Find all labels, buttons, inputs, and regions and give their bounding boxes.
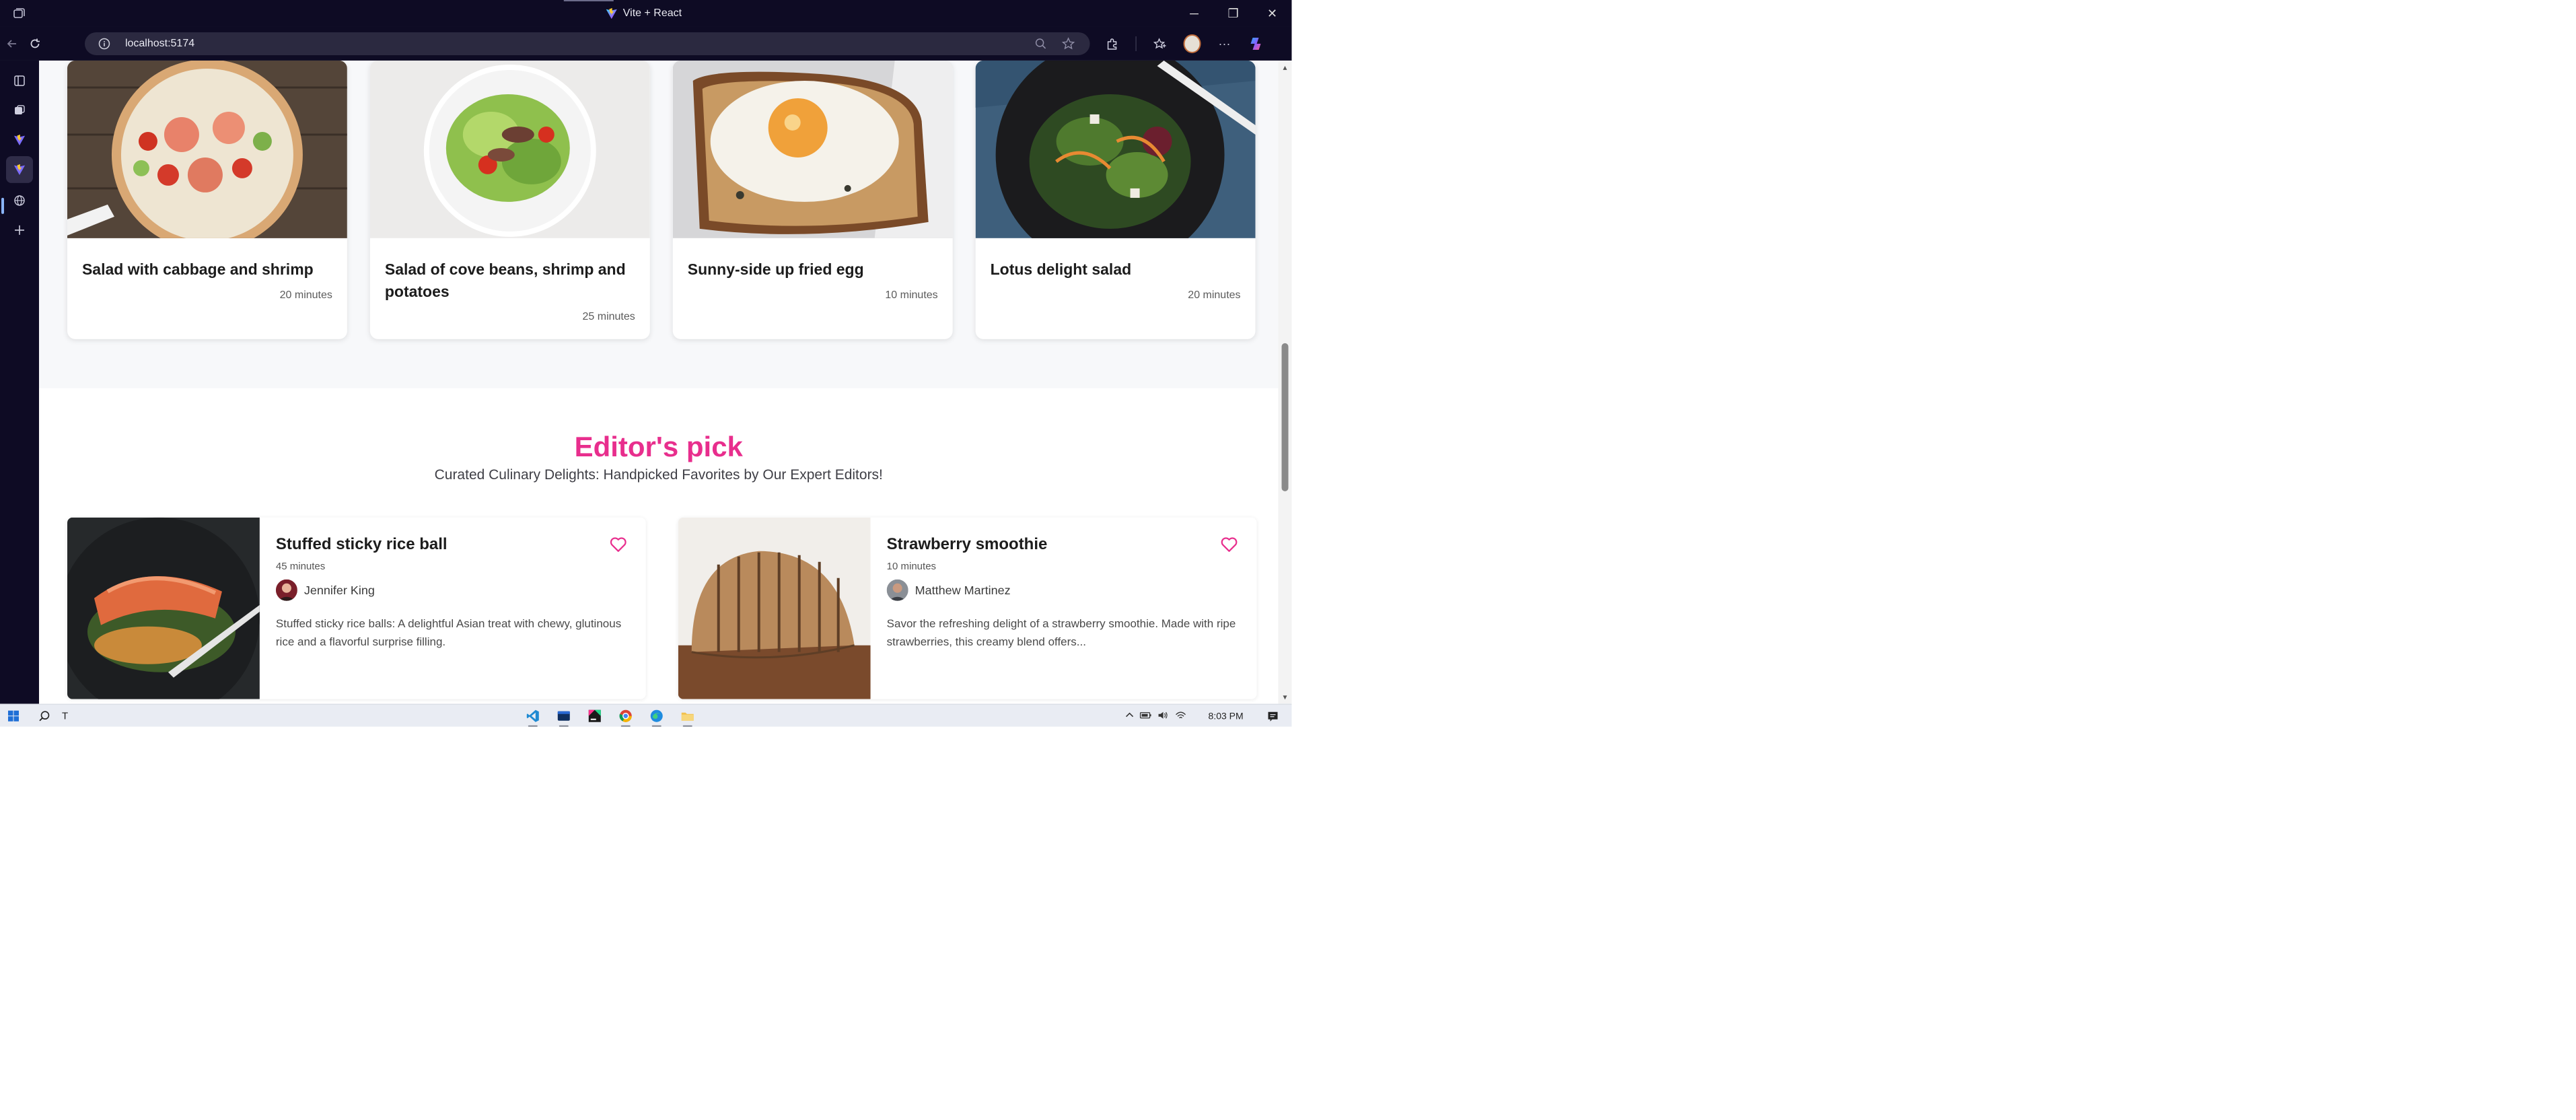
battery-icon[interactable] bbox=[1139, 710, 1152, 722]
active-tab-indicator bbox=[563, 0, 614, 1]
heart-icon[interactable] bbox=[1221, 536, 1238, 553]
recipe-card[interactable]: Salad of cove beans, shrimp and potatoes… bbox=[369, 60, 650, 339]
pick-description: Savor the refreshing delight of a strawb… bbox=[886, 617, 1236, 648]
recipe-time: 20 minutes bbox=[1188, 289, 1241, 301]
author-name: Matthew Martinez bbox=[915, 583, 1011, 597]
close-button[interactable]: ✕ bbox=[1253, 0, 1292, 27]
vite-tab-icon[interactable] bbox=[11, 132, 28, 148]
recipe-photo bbox=[369, 60, 650, 238]
page-viewport: Salad with cabbage and shrimp 20 minutes… bbox=[38, 60, 1279, 704]
jetbrains-icon[interactable] bbox=[587, 708, 603, 724]
more-menu-icon[interactable]: ··· bbox=[1216, 35, 1233, 53]
favorites-icon[interactable] bbox=[1151, 35, 1169, 53]
recipe-time: 20 minutes bbox=[279, 289, 332, 301]
scroll-down-arrow-icon[interactable]: ▾ bbox=[1281, 693, 1289, 701]
wifi-icon[interactable] bbox=[1175, 710, 1187, 722]
favorite-star-icon[interactable] bbox=[1061, 37, 1075, 50]
recipe-photo bbox=[975, 60, 1256, 238]
browser-title-bar: Vite + React ─ ❐ ✕ bbox=[0, 0, 1292, 27]
tab-actions-icon[interactable] bbox=[11, 73, 28, 89]
recipe-title[interactable]: Salad of cove beans, shrimp and potatoes bbox=[385, 258, 634, 303]
pick-title[interactable]: Stuffed sticky rice ball bbox=[276, 535, 448, 554]
windows-start-icon[interactable] bbox=[5, 708, 22, 724]
recipe-time: 10 minutes bbox=[885, 289, 938, 301]
running-indicator bbox=[528, 725, 538, 727]
running-indicator bbox=[682, 725, 692, 727]
notifications-icon[interactable] bbox=[1265, 708, 1281, 724]
pick-time: 45 minutes bbox=[275, 560, 326, 572]
heart-icon[interactable] bbox=[610, 536, 627, 553]
collections-icon[interactable] bbox=[11, 102, 28, 118]
editors-pick-card[interactable]: Stuffed sticky rice ball 45 minutes Jenn… bbox=[67, 517, 646, 699]
minimize-button[interactable]: ─ bbox=[1175, 0, 1214, 27]
page-scrollbar[interactable]: ▴ ▾ bbox=[1278, 60, 1292, 704]
back-icon[interactable] bbox=[4, 36, 20, 52]
pick-description: Stuffed sticky rice balls: A delightful … bbox=[275, 617, 622, 648]
scroll-up-arrow-icon[interactable]: ▴ bbox=[1281, 63, 1289, 71]
url-text: localhost:5174 bbox=[124, 37, 195, 49]
running-indicator bbox=[559, 725, 569, 727]
pick-time: 10 minutes bbox=[886, 560, 937, 572]
window-controls: ─ ❐ ✕ bbox=[1175, 0, 1292, 27]
refresh-icon[interactable] bbox=[27, 36, 43, 52]
profile-avatar[interactable] bbox=[1183, 34, 1201, 53]
recipe-title[interactable]: Lotus delight salad bbox=[991, 258, 1240, 281]
site-info-icon[interactable] bbox=[98, 38, 110, 50]
vite-tab-icon-active[interactable] bbox=[5, 155, 33, 183]
recipe-title[interactable]: Sunny-side up fried egg bbox=[688, 258, 937, 281]
edge-icon[interactable] bbox=[649, 708, 665, 724]
editors-pick-card[interactable]: Strawberry smoothie 10 minutes Matthew M… bbox=[678, 517, 1257, 699]
recipe-time: 25 minutes bbox=[582, 310, 635, 322]
browser-sidebar bbox=[0, 60, 39, 704]
active-sidebar-indicator bbox=[1, 197, 4, 214]
toolbar-divider bbox=[1135, 36, 1137, 51]
pick-title[interactable]: Strawberry smoothie bbox=[887, 535, 1048, 554]
taskbar-search-icon[interactable] bbox=[36, 708, 52, 724]
copilot-icon[interactable] bbox=[1248, 35, 1266, 53]
vite-logo-icon bbox=[606, 7, 617, 20]
editors-pick-section: Editor's pick Curated Culinary Delights:… bbox=[38, 388, 1279, 704]
recipe-photo bbox=[67, 60, 347, 238]
running-indicator bbox=[651, 725, 661, 727]
recipe-photo bbox=[67, 517, 260, 699]
zoom-icon[interactable] bbox=[1035, 38, 1047, 50]
browser-toolbar: localhost:5174 ··· bbox=[0, 26, 1292, 61]
globe-icon[interactable] bbox=[11, 193, 28, 209]
author-avatar bbox=[886, 579, 908, 601]
section-subheading: Curated Culinary Delights: Handpicked Fa… bbox=[434, 466, 883, 483]
recipe-card[interactable]: Salad with cabbage and shrimp 20 minutes bbox=[67, 60, 347, 339]
taskbar-search-input[interactable]: T bbox=[62, 711, 68, 722]
author-name: Jennifer King bbox=[303, 583, 375, 597]
recipe-photo bbox=[672, 60, 953, 238]
file-explorer-icon[interactable] bbox=[680, 708, 696, 724]
running-indicator bbox=[620, 725, 631, 727]
recipe-photo bbox=[678, 517, 871, 699]
recipe-card[interactable]: Lotus delight salad 20 minutes bbox=[975, 60, 1256, 339]
author-avatar bbox=[275, 579, 297, 601]
recipe-card[interactable]: Sunny-side up fried egg 10 minutes bbox=[672, 60, 953, 339]
browser-tab[interactable]: Vite + React bbox=[606, 5, 682, 22]
address-bar[interactable]: localhost:5174 bbox=[84, 32, 1090, 55]
tab-title: Vite + React bbox=[622, 7, 682, 19]
section-heading: Editor's pick bbox=[574, 430, 743, 462]
system-tray bbox=[1125, 705, 1187, 727]
restore-button[interactable]: ❐ bbox=[1214, 0, 1253, 27]
terminal-app-icon[interactable] bbox=[556, 708, 572, 724]
chrome-icon[interactable] bbox=[618, 708, 634, 724]
taskbar-clock[interactable]: 8:03 PM bbox=[1209, 711, 1244, 722]
browser-tools: ··· bbox=[1104, 32, 1266, 55]
add-icon[interactable] bbox=[11, 222, 28, 238]
scroll-thumb[interactable] bbox=[1281, 343, 1289, 491]
recipe-title[interactable]: Salad with cabbage and shrimp bbox=[82, 258, 331, 281]
windows-taskbar: T 8:03 PM bbox=[0, 703, 1292, 727]
vscode-icon[interactable] bbox=[525, 708, 541, 724]
tray-overflow-icon[interactable] bbox=[1125, 710, 1135, 722]
volume-icon[interactable] bbox=[1157, 710, 1170, 722]
workspaces-icon[interactable] bbox=[12, 7, 26, 20]
extensions-icon[interactable] bbox=[1104, 35, 1121, 53]
recipes-section: Salad with cabbage and shrimp 20 minutes… bbox=[38, 60, 1279, 388]
